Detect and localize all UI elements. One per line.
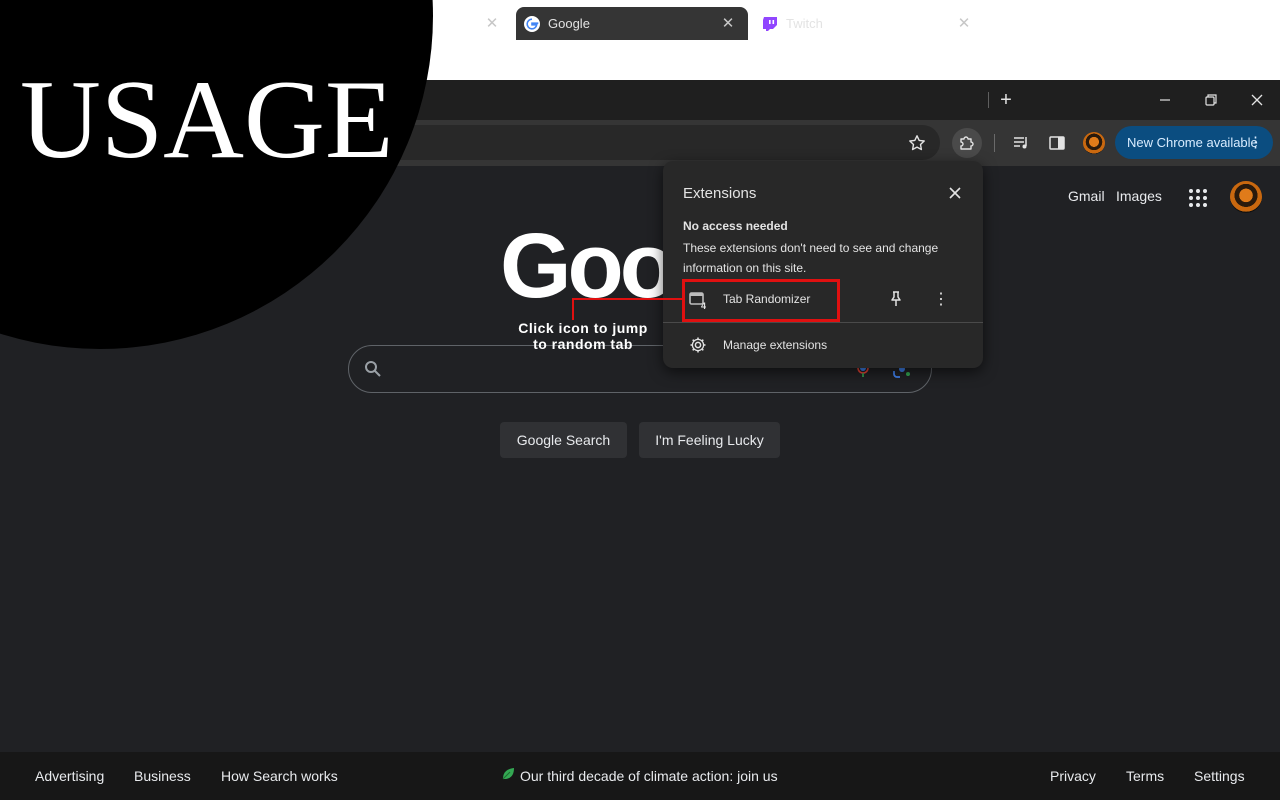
callout-line [573,298,683,300]
google-favicon-icon [524,15,540,32]
restore-icon[interactable] [1198,88,1224,112]
privacy-link[interactable]: Privacy [1050,768,1096,784]
section-description: These extensions don't need to see and c… [683,241,939,275]
tab-separator [988,92,989,108]
terms-link[interactable]: Terms [1126,768,1164,784]
how-search-works-link[interactable]: How Search works [221,768,338,784]
page-footer: Advertising Business How Search works Ou… [0,752,1280,800]
update-chip-label: New Chrome available [1127,135,1258,150]
twitch-favicon-icon [763,16,777,31]
profile-avatar[interactable] [1083,132,1105,154]
search-icon [365,361,381,377]
tab-title: Twitch [786,16,823,31]
callout-line-1: Click icon to jump [518,320,648,336]
side-panel-icon[interactable] [1042,128,1072,158]
close-icon[interactable] [945,183,965,203]
tab-close-icon[interactable]: ✕ [954,13,974,33]
gear-icon [690,337,706,353]
tab-close-icon[interactable]: ✕ [482,13,502,33]
account-avatar[interactable] [1230,181,1262,213]
update-chrome-chip[interactable]: New Chrome available ⋮ [1115,126,1273,159]
extensions-menu: Extensions No access needed These extens… [663,161,983,368]
extensions-menu-title: Extensions [683,185,757,202]
more-options-icon[interactable]: ⋮ [931,289,951,309]
menu-divider [663,322,983,323]
manage-extensions-label: Manage extensions [723,338,828,352]
close-window-icon[interactable] [1244,88,1270,112]
minimize-icon[interactable] [1152,88,1178,112]
callout-text: Click icon to jump to random tab [508,320,658,352]
business-link[interactable]: Business [134,768,191,784]
usage-title: USAGE [20,58,394,182]
tab-close-icon[interactable]: ✕ [718,13,738,33]
tab-twitch[interactable]: Twitch ✕ [752,7,984,40]
new-tab-button[interactable]: + [995,89,1017,111]
google-search-button[interactable]: Google Search [500,422,627,458]
extensions-puzzle-icon[interactable] [952,128,982,158]
feeling-lucky-button[interactable]: I'm Feeling Lucky [639,422,780,458]
section-heading: No access needed [683,219,788,233]
gmail-link[interactable]: Gmail [1068,188,1105,204]
highlight-box [682,279,840,322]
tab-google[interactable]: Google ✕ [516,7,748,40]
bookmark-star-icon[interactable] [902,128,932,158]
callout-line-2: to random tab [533,336,633,352]
more-vert-icon[interactable]: ⋮ [1248,134,1263,151]
screenshot-stage: ✕ Google ✕ Twitch ✕ + New Chrome availab… [0,0,1280,800]
leaf-icon [502,768,514,780]
callout-line [572,298,574,320]
manage-extensions-item[interactable]: Manage extensions [663,327,983,361]
advertising-link[interactable]: Advertising [35,768,104,784]
toolbar-separator [994,134,995,152]
climate-action-link[interactable]: Our third decade of climate action: join… [520,768,778,784]
pin-icon[interactable] [887,290,905,308]
settings-link[interactable]: Settings [1194,768,1245,784]
tab-title: Google [548,16,590,31]
apps-grid-icon[interactable] [1188,188,1208,208]
media-queue-icon[interactable] [1006,128,1036,158]
images-link[interactable]: Images [1116,188,1162,204]
